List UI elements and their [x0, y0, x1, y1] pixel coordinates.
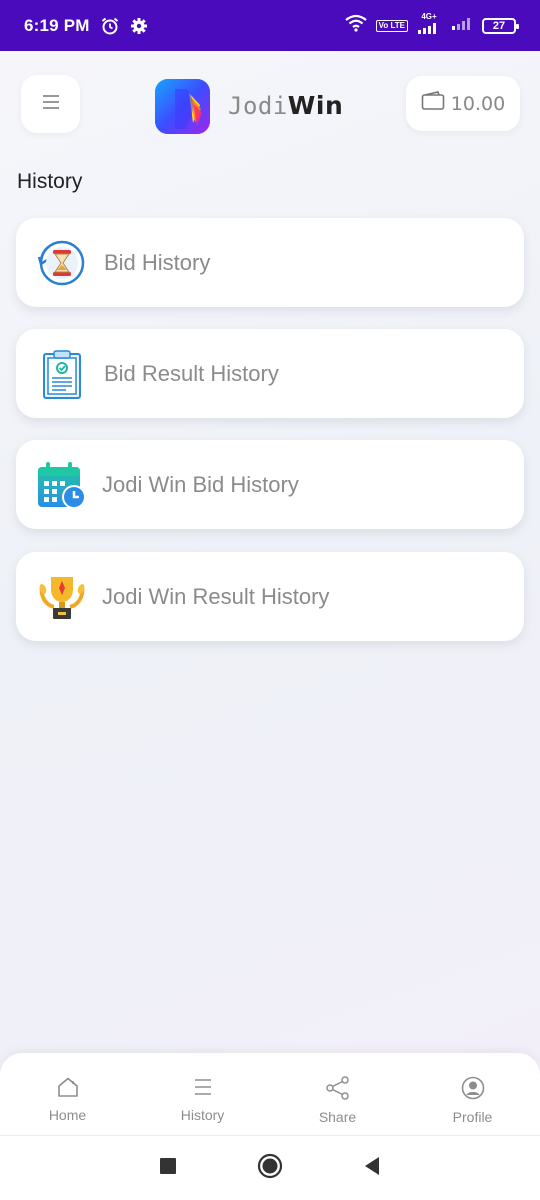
nav-home[interactable]: Home: [0, 1053, 135, 1135]
clipboard-check-icon: [36, 348, 88, 400]
nav-share[interactable]: Share: [270, 1053, 405, 1135]
brand-name: JodiWin: [228, 91, 343, 120]
list-icon: [191, 1076, 215, 1102]
home-system-button[interactable]: [257, 1153, 283, 1183]
jodi-win-bid-history-label: Jodi Win Bid History: [102, 471, 299, 497]
back-button[interactable]: [363, 1156, 381, 1180]
share-icon: [325, 1076, 351, 1104]
app-logo: [155, 79, 210, 134]
status-bar: 6:19 PM Vo LTE 4G+ 27: [0, 0, 540, 51]
alarm-icon: [100, 16, 120, 36]
bid-result-history-label: Bid Result History: [104, 360, 279, 386]
calendar-clock-icon: [36, 459, 88, 511]
volte-badge: Vo LTE: [375, 19, 408, 32]
recents-button[interactable]: [159, 1157, 177, 1179]
nav-profile[interactable]: Profile: [405, 1053, 540, 1135]
brand-name-light: Jodi: [228, 92, 288, 120]
bid-history-label: Bid History: [104, 249, 211, 275]
app-header: JodiWin 10.00: [0, 51, 540, 161]
status-time: 6:19 PM: [24, 15, 90, 35]
page-title: History: [17, 170, 83, 193]
nav-history-label: History: [180, 1107, 225, 1123]
bid-result-history-card[interactable]: Bid Result History: [16, 329, 524, 418]
home-icon: [56, 1076, 80, 1102]
settings-icon: [130, 17, 148, 35]
hourglass-history-icon: [36, 237, 88, 289]
jodi-win-result-history-label: Jodi Win Result History: [102, 583, 330, 609]
wallet-balance: 10.00: [450, 92, 506, 115]
bid-history-card[interactable]: Bid History: [16, 218, 524, 307]
battery-icon: 27: [482, 17, 519, 34]
wallet-button[interactable]: 10.00: [406, 76, 520, 131]
jodi-win-result-history-card[interactable]: Jodi Win Result History: [16, 552, 524, 641]
wifi-icon: [344, 14, 368, 37]
signal-icon: [416, 21, 442, 39]
signal-icon-2: [450, 16, 474, 35]
nav-history[interactable]: History: [135, 1053, 270, 1135]
network-tag: 4G+: [421, 11, 437, 21]
trophy-icon: [36, 571, 88, 623]
nav-share-label: Share: [318, 1109, 357, 1125]
nav-profile-label: Profile: [452, 1109, 493, 1125]
menu-button[interactable]: [21, 75, 80, 133]
system-navigation-bar: [0, 1135, 540, 1200]
wallet-icon: [421, 91, 445, 116]
profile-icon: [461, 1076, 485, 1104]
hamburger-icon: [42, 94, 60, 114]
jodi-win-bid-history-card[interactable]: Jodi Win Bid History: [16, 440, 524, 529]
nav-home-label: Home: [48, 1107, 87, 1123]
brand-name-bold: Win: [287, 91, 344, 120]
bottom-navigation: Home History Share Profile: [0, 1053, 540, 1135]
